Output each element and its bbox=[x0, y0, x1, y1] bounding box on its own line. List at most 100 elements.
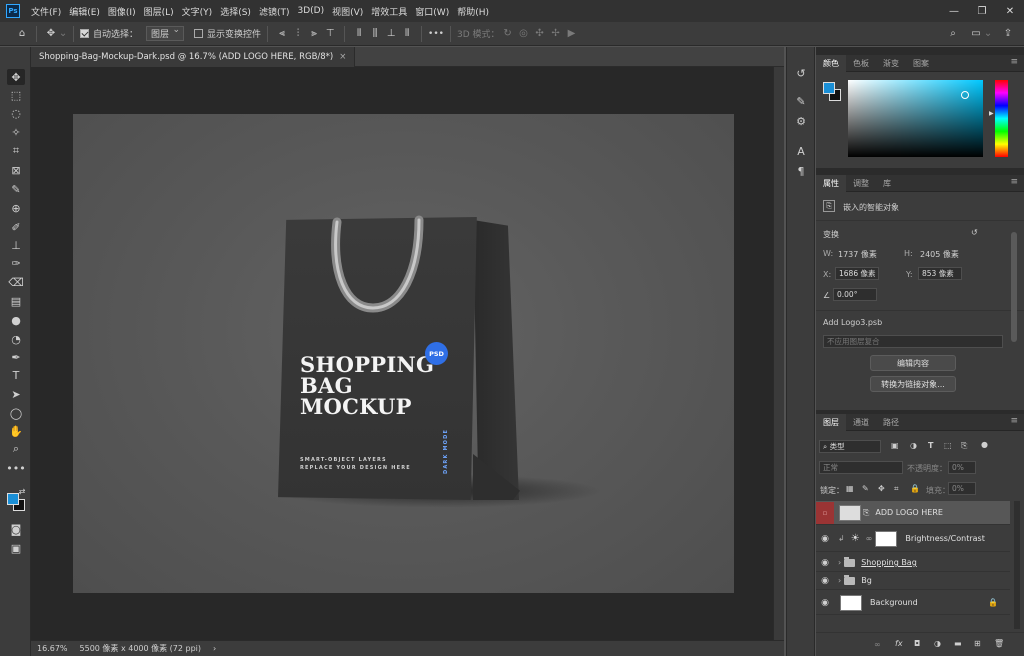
filter-shape-icon[interactable]: ⬚ bbox=[944, 441, 952, 450]
tab-channels[interactable]: 通道 bbox=[846, 414, 876, 431]
more-options-button[interactable]: ••• bbox=[428, 29, 444, 39]
filter-pixel-icon[interactable]: ▣ bbox=[891, 441, 899, 450]
convert-to-linked-button[interactable]: 转换为链接对象... bbox=[870, 376, 956, 392]
chevron-right-icon[interactable]: › bbox=[838, 576, 841, 585]
move-tool-icon[interactable]: ✥ bbox=[43, 26, 59, 42]
paragraph-panel-icon[interactable]: ¶ bbox=[793, 163, 809, 179]
close-button[interactable]: ✕ bbox=[996, 0, 1024, 22]
layer-mask-thumbnail[interactable] bbox=[875, 530, 898, 547]
eye-icon[interactable]: ◉ bbox=[816, 598, 834, 608]
screen-mode-icon[interactable]: ▣ bbox=[7, 540, 25, 556]
align-top-icon[interactable]: ⊤ bbox=[322, 26, 338, 42]
fill-field[interactable]: 0% bbox=[948, 482, 976, 495]
link-layers-icon[interactable]: ∞ bbox=[874, 640, 881, 649]
type-tool-icon[interactable]: T bbox=[7, 367, 25, 383]
opacity-field[interactable]: 0% bbox=[948, 461, 976, 474]
menu-layer[interactable]: 图层(L) bbox=[140, 5, 178, 18]
photoshop-logo-icon[interactable]: Ps bbox=[6, 4, 20, 18]
quick-mask-icon[interactable]: ◙ bbox=[7, 521, 25, 537]
workspace-dropdown-icon[interactable]: ⌄ bbox=[984, 26, 992, 42]
filter-type-icon[interactable]: T bbox=[928, 441, 933, 450]
width-value[interactable]: 1737 像素 bbox=[838, 249, 877, 260]
layer-name[interactable]: Background bbox=[870, 598, 918, 607]
layer-name[interactable]: Brightness/Contrast bbox=[905, 534, 985, 543]
chevron-right-icon[interactable]: › bbox=[838, 558, 841, 567]
chain-link-icon[interactable]: ∞ bbox=[866, 534, 873, 543]
distribute-top-icon[interactable]: ⫴ bbox=[399, 26, 415, 42]
reset-transform-icon[interactable]: ↺ bbox=[971, 228, 978, 237]
tab-adjustments[interactable]: 调整 bbox=[846, 175, 876, 192]
hand-tool-icon[interactable]: ✋ bbox=[7, 423, 25, 439]
lock-artboard-icon[interactable]: ⌗ bbox=[894, 484, 899, 494]
magic-wand-tool-icon[interactable]: ✧ bbox=[7, 124, 25, 140]
eye-icon[interactable]: ◉ bbox=[816, 534, 834, 544]
home-icon[interactable]: ⌂ bbox=[14, 26, 30, 42]
y-position-field[interactable]: 853 像素 bbox=[918, 267, 962, 280]
visibility-toggle-icon[interactable]: ▫ bbox=[816, 501, 834, 524]
3d-roll-icon[interactable]: ◎ bbox=[516, 26, 532, 42]
3d-slide-icon[interactable]: ✢ bbox=[548, 26, 564, 42]
layer-row[interactable]: ▫ ⎘ ADD LOGO HERE bbox=[816, 501, 1010, 525]
blur-tool-icon[interactable]: ● bbox=[7, 312, 25, 328]
tab-swatches[interactable]: 色板 bbox=[846, 55, 876, 72]
menu-view[interactable]: 视图(V) bbox=[328, 5, 367, 18]
history-brush-tool-icon[interactable]: ✑ bbox=[7, 255, 25, 271]
filter-toggle-icon[interactable]: ● bbox=[981, 440, 988, 449]
layer-name[interactable]: Bg bbox=[861, 576, 872, 585]
hue-slider-handle-icon[interactable]: ▶ bbox=[989, 110, 994, 117]
character-panel-icon[interactable]: A bbox=[793, 143, 809, 159]
tab-paths[interactable]: 路径 bbox=[876, 414, 906, 431]
panel-menu-icon[interactable]: ≡ bbox=[1010, 416, 1018, 426]
menu-plugins[interactable]: 增效工具 bbox=[367, 5, 411, 18]
gradient-tool-icon[interactable]: ▤ bbox=[7, 293, 25, 309]
tab-patterns[interactable]: 图案 bbox=[906, 55, 936, 72]
panel-menu-icon[interactable]: ≡ bbox=[1010, 57, 1018, 67]
align-left-icon[interactable]: ⫷ bbox=[274, 26, 290, 42]
foreground-color-swatch[interactable] bbox=[823, 82, 835, 94]
3d-pan-icon[interactable]: ✣ bbox=[532, 26, 548, 42]
adjustments-icon[interactable]: ⚙ bbox=[793, 113, 809, 129]
auto-select-target-dropdown[interactable]: 图层 bbox=[146, 25, 185, 41]
move-tool-icon[interactable]: ✥ bbox=[7, 69, 25, 85]
lock-position-icon[interactable]: ✥ bbox=[878, 484, 885, 493]
stamp-tool-icon[interactable]: ⊥ bbox=[7, 237, 25, 253]
canvas-area[interactable]: SHOPPING BAG MOCKUP PSD SMART-OBJECT LAY… bbox=[31, 67, 773, 640]
new-layer-icon[interactable]: ⊞ bbox=[974, 639, 981, 648]
layer-name[interactable]: ADD LOGO HERE bbox=[875, 508, 943, 517]
menu-image[interactable]: 图像(I) bbox=[104, 5, 140, 18]
brush-settings-icon[interactable]: ✎ bbox=[793, 93, 809, 109]
menu-edit[interactable]: 编辑(E) bbox=[65, 5, 104, 18]
more-tools-icon[interactable]: ••• bbox=[6, 460, 25, 476]
layer-filter-dropdown[interactable]: ⌕ 类型 bbox=[819, 440, 881, 453]
document-tab[interactable]: Shopping-Bag-Mockup-Dark.psd @ 16.7% (AD… bbox=[31, 47, 356, 67]
3d-orbit-icon[interactable]: ↻ bbox=[500, 26, 516, 42]
eyedropper-tool-icon[interactable]: ✎ bbox=[7, 181, 25, 197]
filter-smart-object-icon[interactable]: ⎘ bbox=[961, 441, 967, 451]
3d-scale-icon[interactable]: ▶ bbox=[564, 26, 580, 42]
dodge-tool-icon[interactable]: ◔ bbox=[7, 331, 25, 347]
eraser-tool-icon[interactable]: ⌫ bbox=[7, 274, 25, 290]
layer-row[interactable]: ◉ › Shopping Bag bbox=[816, 554, 1010, 572]
menu-select[interactable]: 选择(S) bbox=[216, 5, 255, 18]
menu-3d[interactable]: 3D(D) bbox=[293, 6, 328, 16]
path-selection-tool-icon[interactable]: ➤ bbox=[7, 386, 25, 402]
layer-row[interactable]: ◉ ↲ ☀ ∞ Brightness/Contrast bbox=[816, 526, 1010, 552]
add-mask-icon[interactable]: ◘ bbox=[914, 639, 920, 648]
lock-pixels-icon[interactable]: ✎ bbox=[862, 484, 869, 493]
menu-filter[interactable]: 滤镜(T) bbox=[255, 5, 294, 18]
pen-tool-icon[interactable]: ✒ bbox=[7, 349, 25, 365]
history-panel-icon[interactable]: ↺ bbox=[793, 65, 809, 81]
layer-comp-dropdown[interactable]: 不应用图层复合 bbox=[823, 335, 1003, 348]
eye-icon[interactable]: ◉ bbox=[816, 576, 834, 586]
distribute-right-icon[interactable]: ⊥ bbox=[383, 26, 399, 42]
lock-all-icon[interactable]: 🔒 bbox=[910, 484, 920, 493]
layers-scrollbar[interactable] bbox=[1014, 501, 1020, 629]
menu-help[interactable]: 帮助(H) bbox=[453, 5, 493, 18]
search-icon[interactable]: ⌕ bbox=[945, 26, 961, 42]
auto-select-checkbox[interactable]: 自动选择： bbox=[80, 27, 138, 40]
tab-color[interactable]: 颜色 bbox=[816, 54, 846, 72]
trash-icon[interactable]: 🗑 bbox=[994, 639, 1004, 648]
x-position-field[interactable]: 1686 像素 bbox=[835, 267, 879, 280]
status-arrow-icon[interactable]: › bbox=[207, 644, 222, 653]
hue-slider[interactable] bbox=[995, 80, 1008, 157]
